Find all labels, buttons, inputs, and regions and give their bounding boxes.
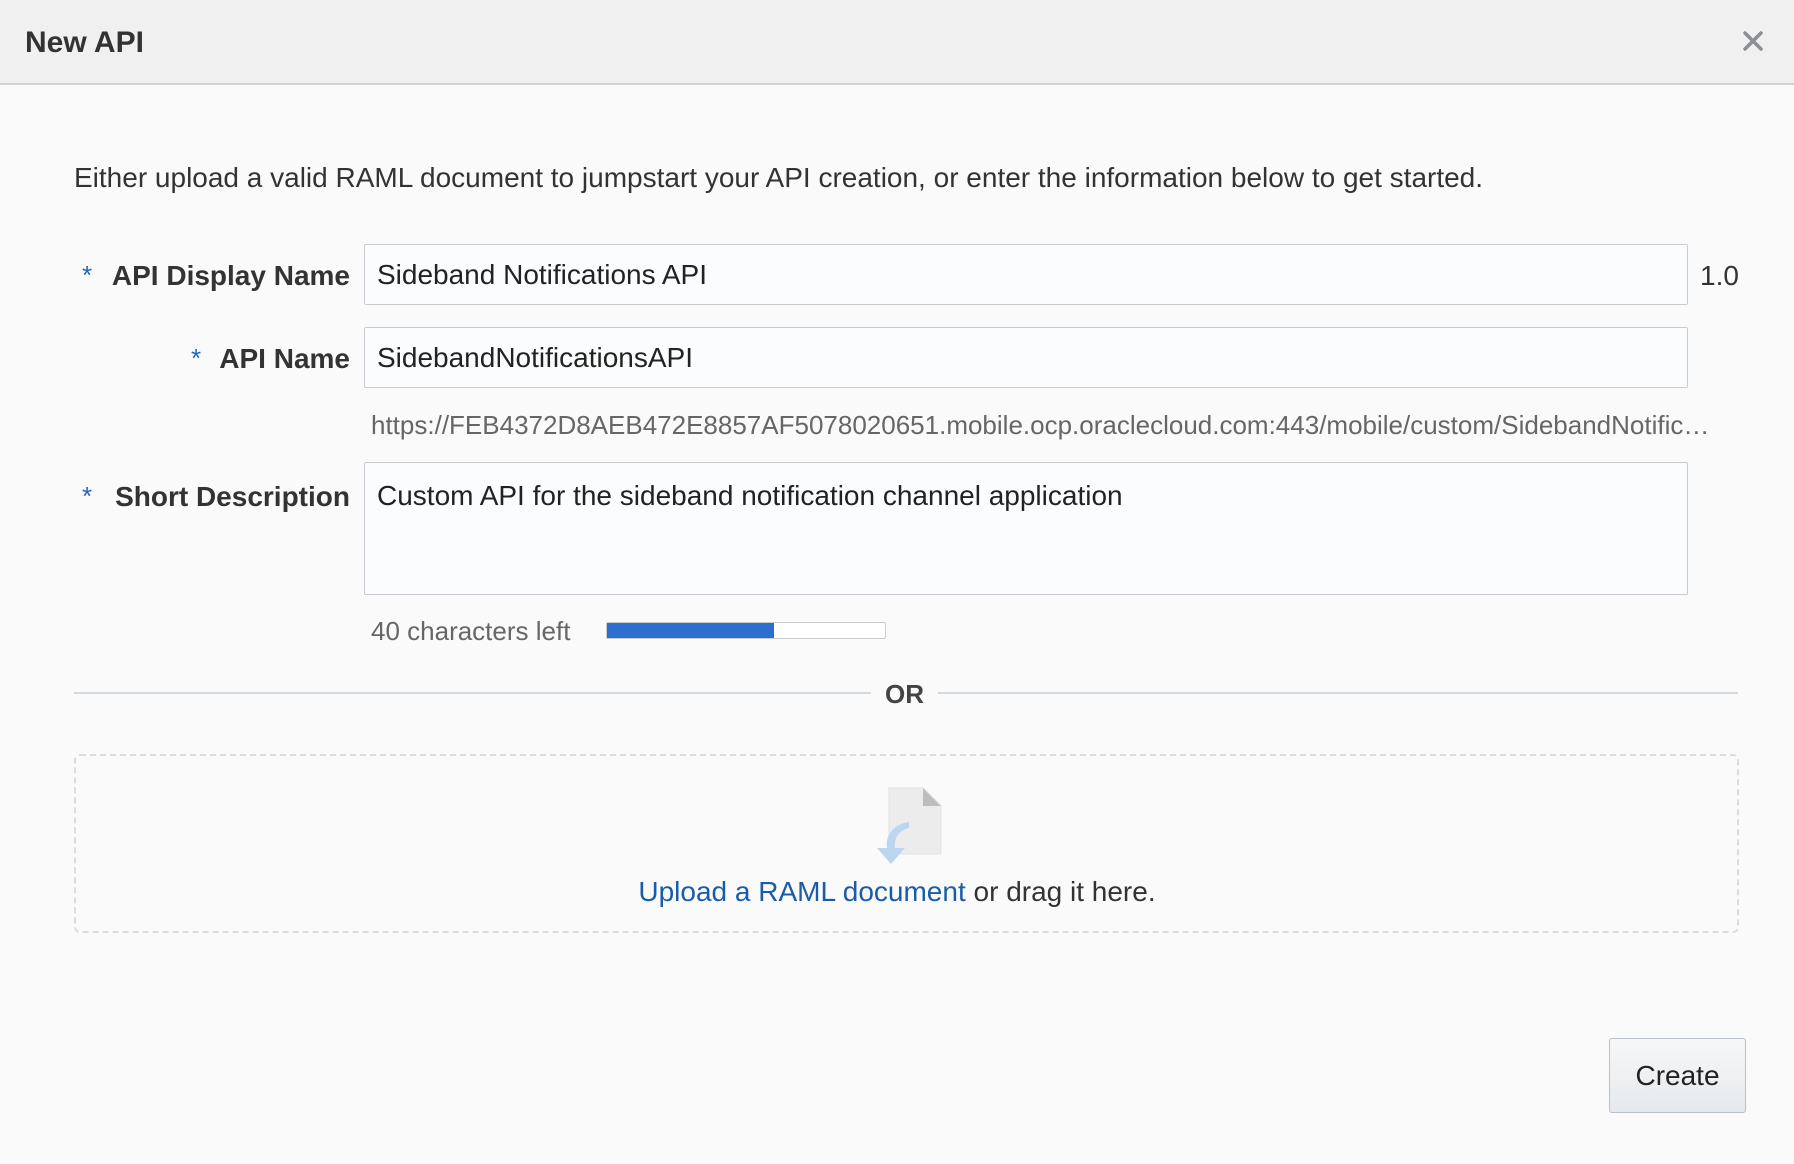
divider-line-left bbox=[74, 692, 871, 694]
document-upload-icon bbox=[877, 787, 942, 864]
divider-line-right bbox=[938, 692, 1738, 694]
characters-left-text: 40 characters left bbox=[371, 616, 571, 646]
upload-raml-link[interactable]: Upload a RAML document bbox=[638, 876, 965, 907]
short-description-textarea[interactable]: Custom API for the sideband notification… bbox=[364, 462, 1688, 595]
new-api-dialog: New API Either upload a valid RAML docum… bbox=[0, 0, 1794, 1164]
api-display-name-label: API Display Name bbox=[111, 260, 350, 291]
required-marker: * bbox=[191, 343, 202, 373]
close-button[interactable] bbox=[1736, 24, 1770, 58]
character-usage-fill bbox=[607, 623, 774, 638]
upload-suffix-text: or drag it here. bbox=[965, 876, 1156, 907]
required-marker: * bbox=[82, 260, 93, 290]
dialog-header: New API bbox=[0, 0, 1794, 85]
upload-prompt: Upload a RAML document or drag it here. bbox=[0, 874, 1794, 910]
character-usage-bar bbox=[606, 622, 886, 639]
short-description-label: Short Description bbox=[115, 481, 350, 512]
close-icon bbox=[1743, 31, 1763, 51]
dialog-title: New API bbox=[25, 26, 144, 59]
or-separator: OR bbox=[885, 679, 924, 709]
api-display-name-input[interactable] bbox=[364, 244, 1688, 305]
required-marker: * bbox=[82, 481, 93, 511]
api-version: 1.0 bbox=[1700, 260, 1739, 291]
intro-text: Either upload a valid RAML document to j… bbox=[74, 162, 1484, 193]
api-name-input[interactable] bbox=[364, 327, 1688, 388]
endpoint-url: https://FEB4372D8AEB472E8857AF5078020651… bbox=[371, 410, 1716, 440]
create-button[interactable]: Create bbox=[1609, 1038, 1746, 1113]
api-name-label: API Name bbox=[219, 343, 350, 374]
